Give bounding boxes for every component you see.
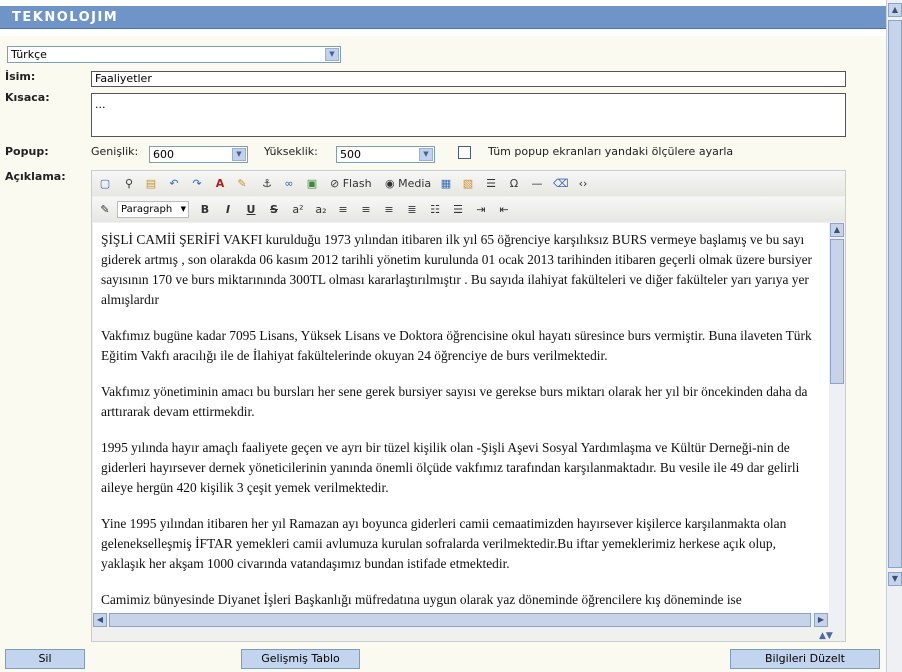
gelismis-tablo-button[interactable]: Gelişmiş Tablo xyxy=(241,649,360,669)
clean-icon[interactable]: ⌫ xyxy=(553,175,569,192)
superscript-icon[interactable]: a² xyxy=(290,201,306,218)
italic-icon[interactable]: I xyxy=(221,201,235,218)
format-select[interactable]: Paragraph ▼ xyxy=(117,201,189,218)
media-button[interactable]: ◉ Media xyxy=(385,175,433,192)
isim-input[interactable]: Faaliyetler xyxy=(91,71,846,87)
font-color-icon[interactable]: A xyxy=(213,175,227,192)
ordered-list-icon[interactable]: ☷ xyxy=(428,201,442,218)
content-paragraph: Vakfımız bugüne kadar 7095 Lisans, Yükse… xyxy=(101,328,812,363)
title-band: TEKNOLOJIM xyxy=(0,6,886,29)
media-label: Media xyxy=(398,177,432,190)
align-justify-icon[interactable]: ≣ xyxy=(405,201,419,218)
editor-horizontal-scrollbar[interactable]: ◀ ▶ xyxy=(93,613,830,628)
sil-button[interactable]: Sil xyxy=(5,649,85,669)
undo-icon[interactable]: ↶ xyxy=(167,175,181,192)
yukseklik-select[interactable]: 500 ▼ xyxy=(336,146,435,163)
genislik-select[interactable]: 600 ▼ xyxy=(149,146,248,163)
scroll-left-icon[interactable]: ◀ xyxy=(93,613,107,627)
isim-label: İsim: xyxy=(5,70,36,83)
genislik-select-value: 600 xyxy=(153,148,174,161)
editor-resize-icon[interactable]: ▲▼ xyxy=(819,631,833,641)
link-icon[interactable]: ∞ xyxy=(282,175,296,192)
template-icon[interactable]: ☰ xyxy=(484,175,498,192)
aciklama-label: Açıklama: xyxy=(5,170,66,183)
table-edit-icon[interactable]: ▧ xyxy=(461,175,475,192)
new-document-icon[interactable]: ▢ xyxy=(98,175,112,192)
align-right-icon[interactable]: ≡ xyxy=(382,201,396,218)
chevron-down-icon[interactable]: ▼ xyxy=(419,148,433,161)
yukseklik-label: Yükseklik: xyxy=(264,145,318,158)
rich-text-editor[interactable]: ▢ ⚲ ▤ ↶ ↷ A ✎ ⚓ ∞ ▣ ⊘ Flash ◉ Media ▦ ▧ … xyxy=(91,170,846,642)
popup-label: Popup: xyxy=(5,145,49,158)
unordered-list-icon[interactable]: ☰ xyxy=(451,201,465,218)
align-center-icon[interactable]: ≡ xyxy=(359,201,373,218)
indent-icon[interactable]: ⇥ xyxy=(474,201,488,218)
content-paragraph: 1995 yılında hayır amaçlı faaliyete geçe… xyxy=(101,440,800,495)
style-icon[interactable]: ✎ xyxy=(98,201,112,218)
bold-icon[interactable]: B xyxy=(198,201,212,218)
popup-all-label: Tüm popup ekranları yandaki ölçülere aya… xyxy=(488,145,734,158)
language-select[interactable]: Türkçe ▼ xyxy=(7,46,341,63)
table-icon[interactable]: ▦ xyxy=(439,175,453,192)
language-select-value: Türkçe xyxy=(11,48,47,61)
outdent-icon[interactable]: ⇤ xyxy=(497,201,511,218)
subscript-icon[interactable]: a₂ xyxy=(313,201,329,218)
kisaca-textarea[interactable]: ... xyxy=(91,93,846,137)
chevron-down-icon[interactable]: ▼ xyxy=(325,48,339,61)
scroll-thumb[interactable] xyxy=(888,20,902,568)
scroll-up-icon[interactable]: ▲ xyxy=(888,3,902,17)
kisaca-label: Kısaca: xyxy=(5,91,50,104)
chevron-down-icon[interactable]: ▼ xyxy=(181,202,186,217)
chevron-down-icon[interactable]: ▼ xyxy=(232,148,246,161)
bilgileri-duzelt-button[interactable]: Bilgileri Düzelt xyxy=(730,649,880,669)
special-char-icon[interactable]: Ω xyxy=(507,175,521,192)
content-paragraph: Camimiz bünyesinde Diyanet İşleri Başkan… xyxy=(101,592,742,607)
horizontal-rule-icon[interactable]: — xyxy=(530,175,544,192)
scroll-down-icon[interactable]: ▼ xyxy=(888,572,902,586)
editor-scroll-thumb[interactable] xyxy=(830,239,844,384)
genislik-label: Genişlik: xyxy=(91,145,139,158)
popup-all-checkbox[interactable] xyxy=(458,146,471,159)
editor-content[interactable]: ŞİŞLİ CAMİİ ŞERİFİ VAKFI kurulduğu 1973 … xyxy=(93,223,829,628)
scroll-right-icon[interactable]: ▶ xyxy=(814,613,828,627)
flash-button[interactable]: ⊘ Flash xyxy=(330,175,376,192)
flash-label: Flash xyxy=(342,177,372,190)
content-paragraph: ŞİŞLİ CAMİİ ŞERİFİ VAKFI kurulduğu 1973 … xyxy=(101,232,812,307)
redo-icon[interactable]: ↷ xyxy=(190,175,204,192)
scroll-up-icon[interactable]: ▲ xyxy=(830,223,844,237)
find-icon[interactable]: ⚲ xyxy=(122,175,136,192)
anchor-icon[interactable]: ⚓ xyxy=(260,175,274,192)
editor-vertical-scrollbar[interactable]: ▲ xyxy=(830,223,845,628)
html-source-icon[interactable]: ‹› xyxy=(576,175,590,192)
format-select-value: Paragraph xyxy=(121,204,173,215)
highlight-icon[interactable]: ✎ xyxy=(235,175,249,192)
brand-logo: TEKNOLOJIM xyxy=(12,10,119,25)
paste-icon[interactable]: ▤ xyxy=(144,175,158,192)
title-bar: TEKNOLOJIM xyxy=(0,0,902,36)
underline-icon[interactable]: U xyxy=(244,201,258,218)
content-paragraph: Yine 1995 yılından itibaren her yıl Rama… xyxy=(101,516,787,571)
content-paragraph: Vakfımız yönetiminin amacı bu bursları h… xyxy=(101,384,808,419)
strikethrough-icon[interactable]: S xyxy=(267,201,281,218)
editor-toolbar-2: ✎ Paragraph ▼ B I U S a² a₂ ≡ ≡ ≡ ≣ ☷ ☰ … xyxy=(92,197,845,222)
page-scrollbar[interactable]: ▲ ▼ xyxy=(886,0,902,672)
editor-hscroll-thumb[interactable] xyxy=(109,613,811,627)
editor-toolbar-1: ▢ ⚲ ▤ ↶ ↷ A ✎ ⚓ ∞ ▣ ⊘ Flash ◉ Media ▦ ▧ … xyxy=(92,171,845,196)
yukseklik-select-value: 500 xyxy=(340,148,361,161)
align-left-icon[interactable]: ≡ xyxy=(336,201,350,218)
image-icon[interactable]: ▣ xyxy=(305,175,319,192)
